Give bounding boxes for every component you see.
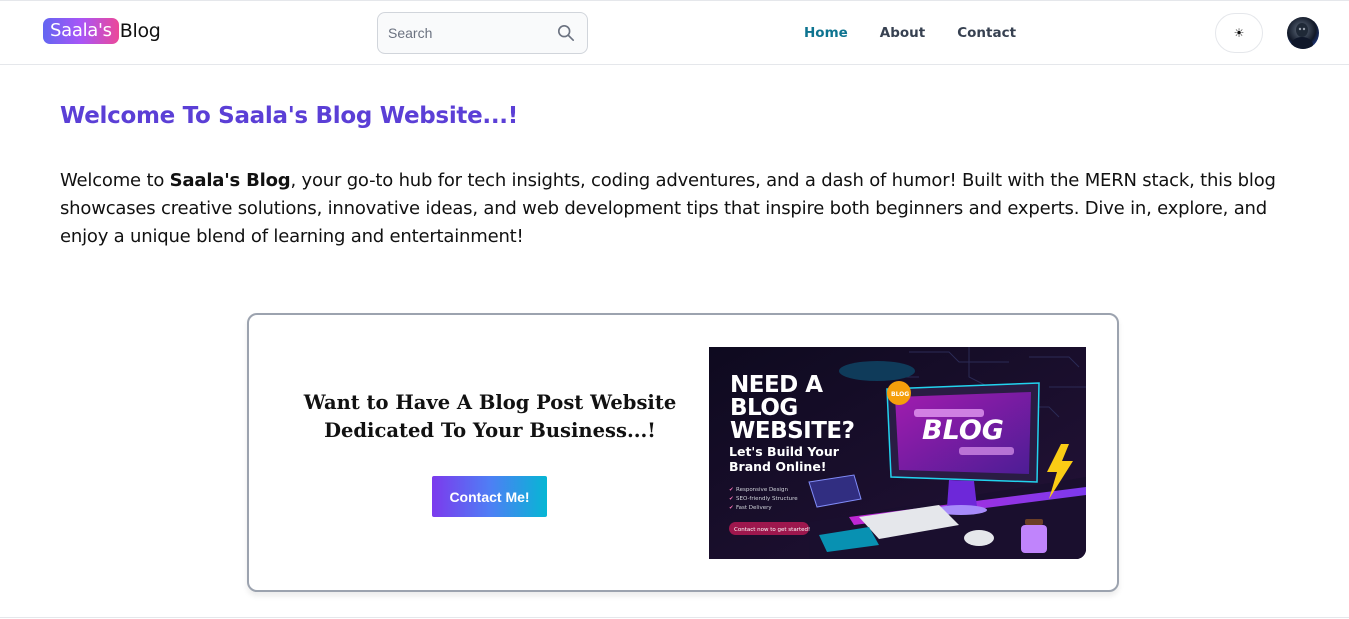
promo-feature-2: SEO-friendly Structure [736,496,798,502]
contact-me-button[interactable]: Contact Me! [432,476,547,517]
cta-heading-line2: Dedicated To Your Business...! [324,419,656,442]
svg-text:✔: ✔ [729,496,734,502]
intro-prefix: Welcome to [60,170,170,191]
nav-contact-link[interactable]: Contact [957,25,1016,41]
logo-badge: Saala's [43,18,119,44]
page-divider [0,617,1349,618]
sun-icon: ☀ [1233,26,1245,40]
promo-feature-3: Fast Delivery [736,505,772,511]
blog-promo-image: NEED A BLOG WEBSITE? Let's Build Your Br… [709,347,1086,559]
search-input[interactable] [379,14,549,52]
nav-home-link[interactable]: Home [804,25,848,41]
user-avatar[interactable] [1287,17,1319,49]
promo-screen-word: BLOG [922,415,1004,446]
svg-text:✔: ✔ [729,487,734,493]
cta-heading-line1: Want to Have A Blog Post Website [303,391,677,414]
cta-heading: Want to Have A Blog Post Website Dedicat… [299,389,681,445]
logo-text: Blog [119,20,161,42]
promo-pill: Contact now to get started! [734,527,810,533]
page-title: Welcome To Saala's Blog Website...! [60,103,518,129]
site-logo[interactable]: Saala's Blog [43,18,161,44]
promo-headline-line3: WEBSITE? [730,418,854,444]
search-icon[interactable] [557,24,575,42]
svg-text:✔: ✔ [729,505,734,511]
search-box [377,12,588,54]
intro-brand: Saala's Blog [169,170,291,191]
intro-paragraph: Welcome to Saala's Blog, your go-to hub … [60,167,1305,251]
theme-toggle-button[interactable]: ☀ [1215,13,1263,53]
cta-card: Want to Have A Blog Post Website Dedicat… [247,313,1119,592]
navbar: Saala's Blog Home About Contact ☀ [0,0,1349,65]
nav-about-link[interactable]: About [880,25,925,41]
main-nav: Home About Contact [804,25,1016,41]
promo-subhead-line1: Let's Build Your [729,444,840,459]
promo-subhead-line2: Brand Online! [729,459,827,474]
promo-feature-1: Responsive Design [736,487,788,493]
promo-badge: BLOG [891,391,909,398]
